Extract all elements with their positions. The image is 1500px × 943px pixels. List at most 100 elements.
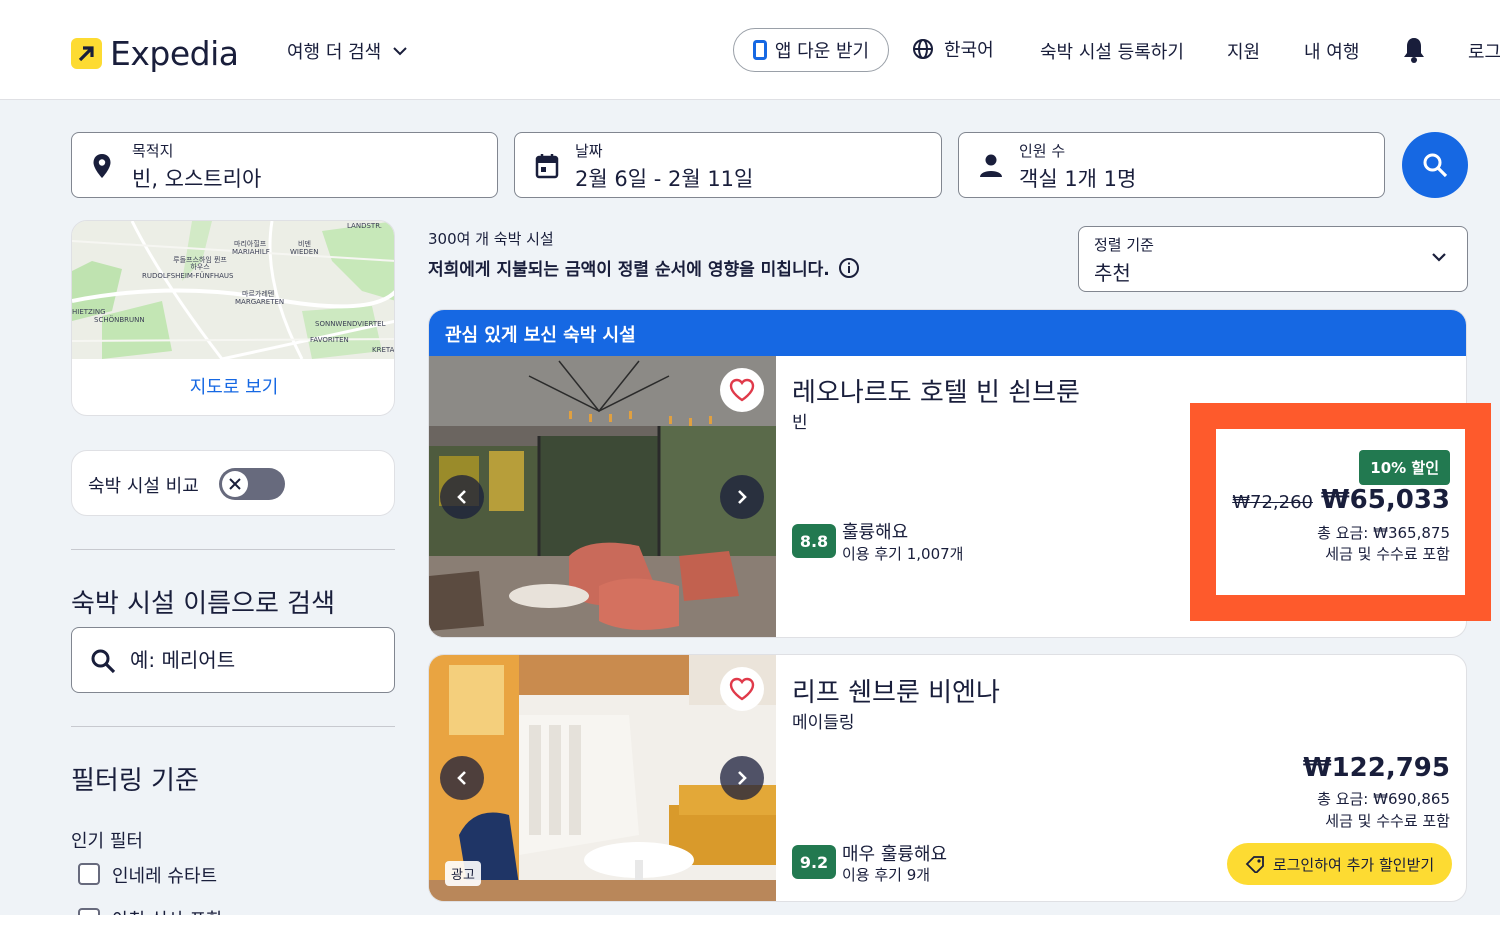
map-label: 비덴 (298, 240, 311, 248)
dates-label: 날짜 (575, 142, 603, 160)
map-label: 마르가레텐 (242, 290, 275, 298)
property-name-search[interactable] (71, 627, 395, 693)
person-icon (980, 154, 1002, 177)
view-map-link[interactable]: 지도로 보기 (72, 373, 394, 399)
language-label: 한국어 (944, 40, 994, 61)
sort-notice-text: 저희에게 지불되는 금액이 정렬 순서에 영향을 미칩니다. (428, 260, 830, 280)
list-property-link[interactable]: 숙박 시설 등록하기 (1040, 38, 1184, 64)
hotel-card[interactable]: 관심 있게 보신 숙박 시설 레오나르도 호텔 빈 쇤브룬 빈 8.8 훌륭해요… (428, 309, 1467, 638)
sort-notice: 저희에게 지불되는 금액이 정렬 순서에 영향을 미칩니다. (428, 255, 860, 280)
compare-properties: 숙박 시설 비교 (71, 450, 395, 516)
sort-dropdown[interactable]: 정렬 기준 추천 (1078, 226, 1468, 292)
guests-value: 객실 1개 1명 (1019, 167, 1137, 191)
review-score: 8.8 (792, 524, 836, 558)
hotel-name[interactable]: 리프 쉔브룬 비엔나 (792, 672, 1000, 709)
heart-icon[interactable] (720, 368, 764, 412)
logo-arrow-icon (71, 38, 102, 69)
nightly-price: ₩72,260 ₩65,033 (1232, 485, 1450, 515)
nightly-price: ₩122,795 (1302, 753, 1450, 783)
chevron-left-icon (457, 771, 466, 785)
hotel-location: 메이들링 (792, 713, 855, 733)
destination-value: 빈, 오스트리아 (132, 167, 262, 191)
language-selector[interactable]: 한국어 (912, 36, 994, 62)
filter-label: 인네레 슈타트 (112, 866, 218, 887)
top-header: Expedia 여행 더 검색 앱 다운 받기 한국어 숙박 시설 등록하기 지… (0, 0, 1500, 100)
taxes-note: 세금 및 수수료 포함 (1325, 545, 1450, 563)
popular-filters-label: 인기 필터 (71, 831, 143, 852)
map-label: RUDOLFSHEIM-FÜNFHAUS (142, 272, 234, 280)
chevron-down-icon (1432, 253, 1446, 262)
rating-word: 훌륭해요 (842, 522, 909, 543)
phone-icon (752, 40, 767, 60)
chevron-right-icon (738, 490, 747, 504)
more-travel-label: 여행 더 검색 (287, 42, 382, 63)
sidebar-divider (71, 549, 395, 550)
destination-field[interactable]: 목적지 빈, 오스트리아 (71, 132, 498, 198)
close-icon (222, 471, 248, 497)
sort-label: 정렬 기준 (1094, 236, 1154, 254)
hotel-name[interactable]: 레오나르도 호텔 빈 쇤브룬 (792, 372, 1080, 409)
review-count: 이용 후기 1,007개 (842, 545, 964, 563)
chevron-left-icon (457, 490, 466, 504)
login-discount-button[interactable]: 로그인하여 추가 할인받기 (1227, 843, 1452, 885)
discount-badge: 10% 할인 (1359, 450, 1450, 485)
guests-label: 인원 수 (1019, 142, 1066, 160)
compare-label: 숙박 시설 비교 (88, 476, 199, 497)
map-label: FAVORITEN (310, 336, 349, 344)
dates-field[interactable]: 날짜 2월 6일 - 2월 11일 (514, 132, 942, 198)
map-label: MARGARETEN (235, 298, 285, 306)
search-icon (91, 649, 116, 674)
map-label: 마리아힐프 (234, 240, 267, 248)
map-label: 루돌프스하임 퓐프하우스 (173, 256, 227, 271)
property-name-input[interactable] (130, 645, 380, 675)
destination-label: 목적지 (132, 142, 174, 160)
map-label: SONNWENDVIERTEL (315, 320, 386, 328)
expedia-logo[interactable]: Expedia (71, 34, 239, 73)
map-label: HIETZING (72, 308, 106, 316)
map-card[interactable]: LANDSTR. 마리아힐프 MARIAHILF 비덴 WIEDEN 루돌프스하… (71, 220, 395, 416)
discounted-price: ₩65,033 (1320, 485, 1450, 515)
my-trips-link[interactable]: 내 여행 (1304, 38, 1359, 64)
original-price: ₩72,260 (1232, 492, 1313, 513)
login-discount-label: 로그인하여 추가 할인받기 (1272, 855, 1435, 874)
logo-text: Expedia (110, 34, 239, 73)
previous-photo-button[interactable] (440, 756, 484, 800)
map-thumbnail[interactable]: LANDSTR. 마리아힐프 MARIAHILF 비덴 WIEDEN 루돌프스하… (72, 221, 395, 361)
filter-heading: 필터링 기준 (71, 766, 199, 796)
support-link[interactable]: 지원 (1227, 38, 1260, 64)
recently-viewed-banner: 관심 있게 보신 숙박 시설 (429, 310, 1466, 356)
review-score: 9.2 (792, 845, 836, 879)
info-icon[interactable] (838, 257, 860, 279)
tag-icon (1245, 856, 1264, 873)
map-label: SCHÖNBRUNN (94, 316, 145, 324)
hotel-photo[interactable]: 광고 (429, 655, 776, 901)
previous-photo-button[interactable] (440, 475, 484, 519)
guests-field[interactable]: 인원 수 객실 1개 1명 (958, 132, 1385, 198)
total-price: 총 요금: ₩690,865 (1317, 790, 1450, 808)
hotel-card[interactable]: 광고 리프 쉔브룬 비엔나 메이들링 9.2 매우 훌륭해요 이용 후기 9개 … (428, 654, 1467, 902)
more-travel-menu[interactable]: 여행 더 검색 (287, 38, 407, 64)
bell-icon[interactable] (1402, 36, 1426, 68)
app-download-button[interactable]: 앱 다운 받기 (733, 28, 889, 72)
search-button[interactable] (1402, 132, 1468, 198)
taxes-note: 세금 및 수수료 포함 (1325, 812, 1450, 830)
map-label: WIEDEN (290, 248, 319, 256)
results-count: 300여 개 숙박 시설 (428, 230, 554, 248)
globe-icon (913, 39, 933, 59)
app-download-label: 앱 다운 받기 (774, 41, 870, 62)
name-search-heading: 숙박 시설 이름으로 검색 (71, 589, 335, 619)
compare-toggle[interactable] (219, 468, 285, 500)
calendar-icon (535, 154, 559, 179)
map-label: KRETA (372, 346, 395, 354)
review-count: 이용 후기 9개 (842, 866, 931, 884)
heart-icon[interactable] (720, 667, 764, 711)
hotel-location: 빈 (792, 413, 808, 433)
chevron-down-icon (393, 47, 407, 56)
map-label: MARIAHILF (232, 248, 270, 256)
next-photo-button[interactable] (720, 475, 764, 519)
login-link[interactable]: 로그 (1468, 38, 1500, 64)
hotel-photo[interactable] (429, 356, 776, 637)
page-bottom-strip (0, 915, 1500, 943)
filter-checkbox[interactable] (78, 863, 100, 885)
next-photo-button[interactable] (720, 756, 764, 800)
